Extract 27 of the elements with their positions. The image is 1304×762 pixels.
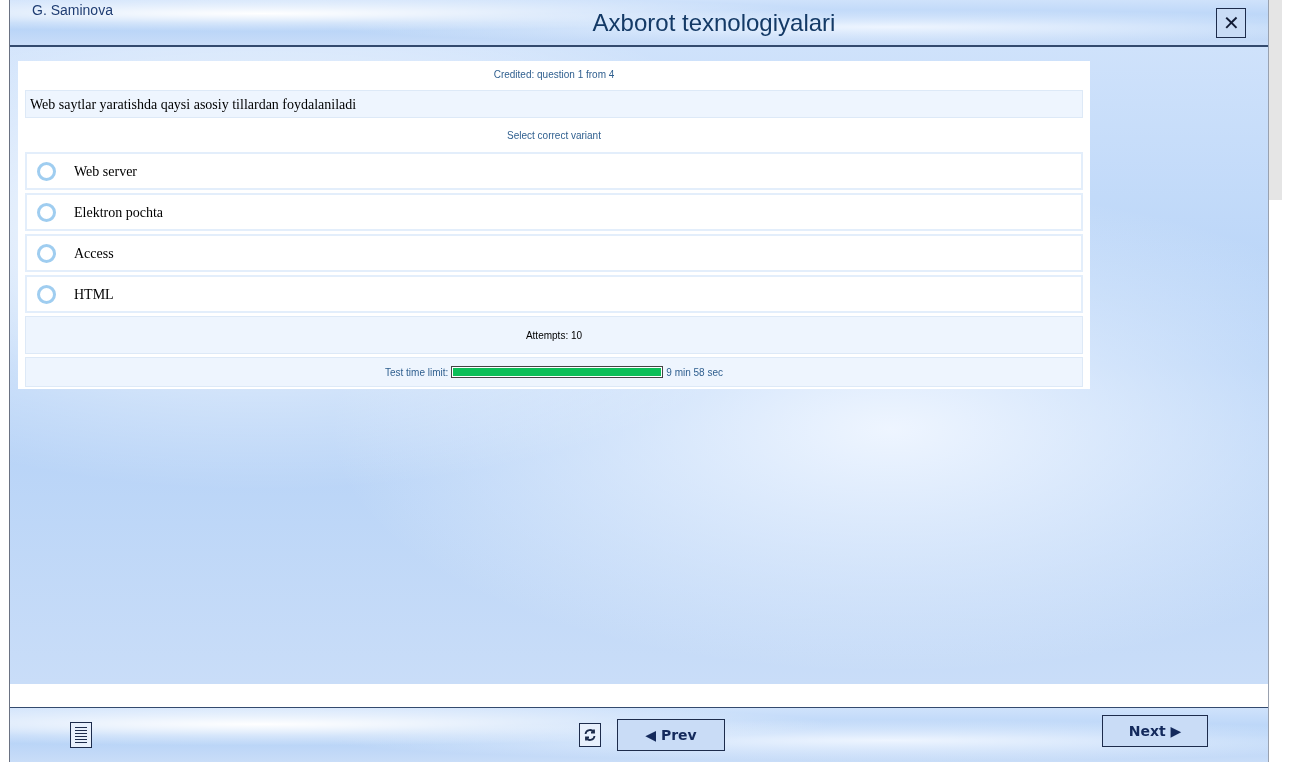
- instruction-text: Select correct variant: [506, 128, 602, 143]
- scrollbar-thumb[interactable]: [1269, 0, 1282, 200]
- next-button[interactable]: Next ▶: [1102, 715, 1208, 747]
- progress-text: Credited: question 1 from 4: [492, 67, 616, 82]
- window-title: Axborot texnologiyalari: [591, 7, 837, 38]
- radio-button[interactable]: [37, 284, 56, 304]
- radio-button[interactable]: [37, 161, 56, 181]
- option-label: HTML: [74, 285, 114, 304]
- radio-button[interactable]: [37, 243, 56, 263]
- refresh-icon: [583, 728, 597, 742]
- answer-option[interactable]: Web server: [25, 152, 1083, 190]
- option-label: Access: [74, 244, 114, 263]
- timer-reading: 9 min 58 sec: [666, 365, 723, 380]
- radio-button[interactable]: [37, 202, 56, 222]
- answer-option[interactable]: HTML: [25, 275, 1083, 313]
- user-name: G. Saminova: [32, 1, 114, 20]
- question-text: Web saytlar yaratishda qaysi asosiy tillardan foydalaniladi: [25, 90, 1083, 118]
- answer-option[interactable]: Access: [25, 234, 1083, 272]
- refresh-button[interactable]: [579, 723, 601, 747]
- list-icon[interactable]: [70, 722, 92, 748]
- timer-label: Test time limit:: [384, 365, 449, 380]
- close-button[interactable]: ✕: [1216, 7, 1246, 38]
- answer-option[interactable]: Elektron pochta: [25, 193, 1083, 231]
- attempts-text: Attempts: 10: [25, 316, 1083, 354]
- option-label: Web server: [74, 162, 137, 181]
- prev-button[interactable]: ◀ Prev: [617, 719, 725, 751]
- option-label: Elektron pochta: [74, 203, 164, 222]
